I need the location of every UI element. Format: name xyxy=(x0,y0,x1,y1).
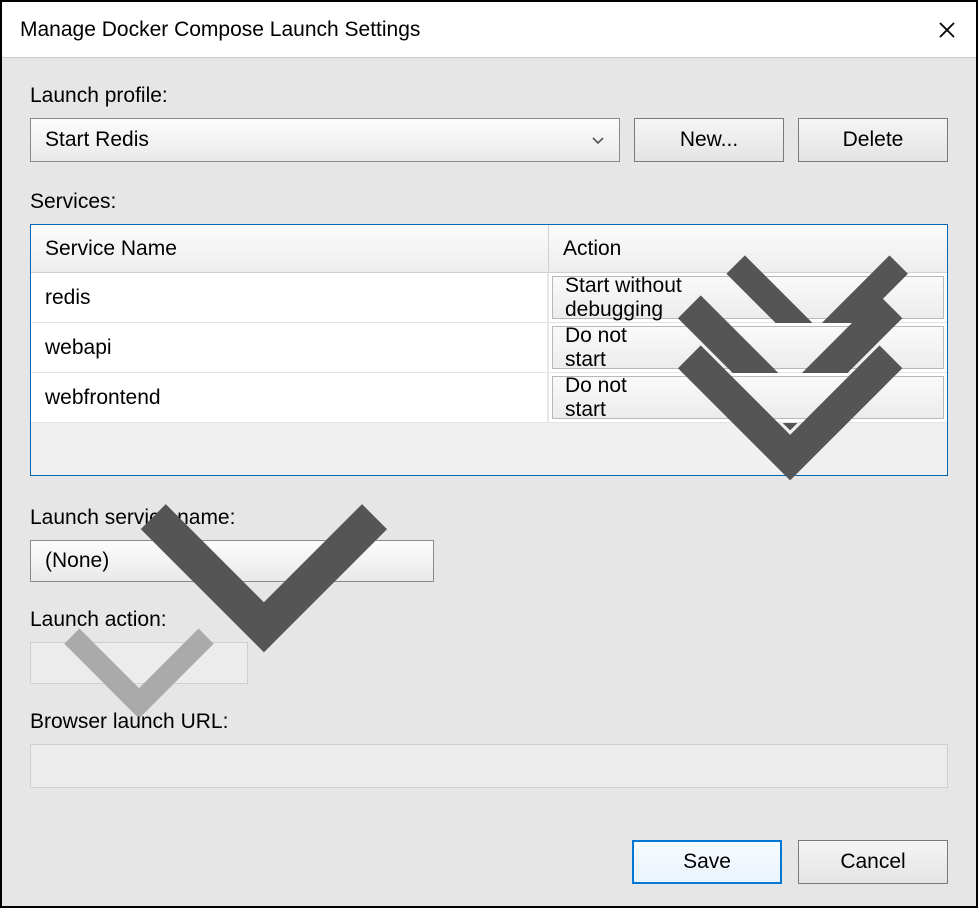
service-action-value: Do not start xyxy=(565,374,649,422)
service-name-cell: webapi xyxy=(31,323,549,372)
service-action-dropdown[interactable]: Do not start xyxy=(552,376,944,419)
close-icon[interactable] xyxy=(936,19,958,41)
chevron-down-icon xyxy=(591,133,605,147)
new-button-label: New... xyxy=(680,128,738,152)
cancel-button-label: Cancel xyxy=(840,850,905,874)
launch-action-dropdown xyxy=(30,642,248,684)
titlebar: Manage Docker Compose Launch Settings xyxy=(2,2,976,58)
services-header-name: Service Name xyxy=(31,225,549,272)
launch-profile-dropdown[interactable]: Start Redis xyxy=(30,118,620,162)
new-button[interactable]: New... xyxy=(634,118,784,162)
browser-url-input[interactable] xyxy=(30,744,948,788)
launch-profile-selected: Start Redis xyxy=(45,128,149,152)
save-button-label: Save xyxy=(683,850,731,874)
delete-button[interactable]: Delete xyxy=(798,118,948,162)
browser-url-block: Browser launch URL: xyxy=(30,710,948,788)
dialog-window: Manage Docker Compose Launch Settings La… xyxy=(0,0,978,908)
dialog-footer: Save Cancel xyxy=(30,820,948,884)
launch-action-block: Launch action: xyxy=(30,608,948,684)
service-action-cell: Do not start xyxy=(549,373,947,422)
launch-profile-row: Start Redis New... Delete xyxy=(30,118,948,162)
save-button[interactable]: Save xyxy=(632,840,782,884)
cancel-button[interactable]: Cancel xyxy=(798,840,948,884)
dialog-title: Manage Docker Compose Launch Settings xyxy=(20,18,420,42)
launch-profile-label: Launch profile: xyxy=(30,84,948,108)
delete-button-label: Delete xyxy=(843,128,904,152)
chevron-down-icon xyxy=(649,256,931,538)
browser-url-label: Browser launch URL: xyxy=(30,710,948,734)
dialog-body: Launch profile: Start Redis New... Delet… xyxy=(2,58,976,906)
service-action-value: Do not start xyxy=(565,324,649,372)
service-name-cell: redis xyxy=(31,273,549,322)
